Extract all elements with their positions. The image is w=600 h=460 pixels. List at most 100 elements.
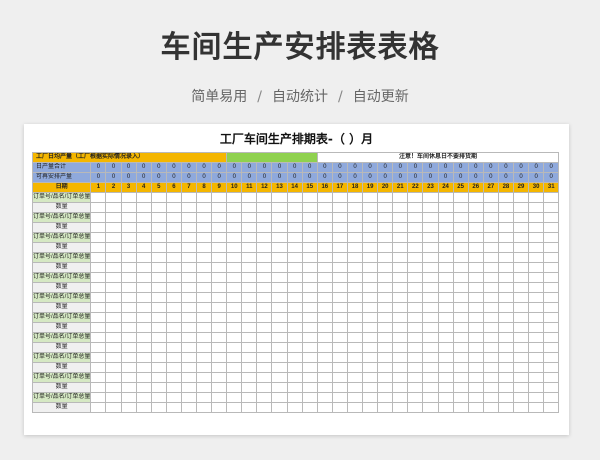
schedule-cell[interactable] xyxy=(497,342,514,353)
schedule-cell[interactable] xyxy=(331,232,348,243)
schedule-cell[interactable] xyxy=(482,222,499,233)
schedule-cell[interactable] xyxy=(316,372,333,383)
schedule-cell[interactable] xyxy=(105,362,122,373)
schedule-cell[interactable] xyxy=(422,352,439,363)
schedule-cell[interactable] xyxy=(528,282,545,293)
schedule-cell[interactable] xyxy=(241,232,258,243)
schedule-cell[interactable] xyxy=(241,392,258,403)
schedule-cell[interactable] xyxy=(407,322,424,333)
schedule-cell[interactable] xyxy=(392,352,409,363)
schedule-cell[interactable] xyxy=(256,332,273,343)
schedule-cell[interactable] xyxy=(316,382,333,393)
schedule-cell[interactable] xyxy=(286,302,303,313)
schedule-cell[interactable] xyxy=(452,262,469,273)
schedule-cell[interactable] xyxy=(165,352,182,363)
schedule-cell[interactable] xyxy=(543,362,560,373)
schedule-cell[interactable] xyxy=(422,302,439,313)
schedule-cell[interactable] xyxy=(467,332,484,343)
schedule-cell[interactable] xyxy=(256,372,273,383)
schedule-cell[interactable] xyxy=(331,312,348,323)
schedule-cell[interactable] xyxy=(180,382,198,393)
schedule-cell[interactable] xyxy=(331,222,348,233)
schedule-cell[interactable] xyxy=(286,232,303,243)
schedule-cell[interactable] xyxy=(195,232,213,243)
schedule-cell[interactable] xyxy=(543,372,560,383)
schedule-cell[interactable] xyxy=(512,202,530,213)
schedule-cell[interactable] xyxy=(211,402,228,413)
schedule-cell[interactable] xyxy=(543,262,560,273)
schedule-cell[interactable] xyxy=(301,272,318,283)
schedule-cell[interactable] xyxy=(422,222,439,233)
schedule-cell[interactable] xyxy=(226,362,243,373)
schedule-cell[interactable] xyxy=(135,242,152,253)
schedule-cell[interactable] xyxy=(120,202,137,213)
schedule-cell[interactable] xyxy=(497,262,514,273)
schedule-cell[interactable] xyxy=(422,332,439,343)
schedule-cell[interactable] xyxy=(105,282,122,293)
schedule-cell[interactable] xyxy=(467,342,484,353)
schedule-cell[interactable] xyxy=(316,232,333,243)
schedule-cell[interactable] xyxy=(271,342,288,353)
schedule-cell[interactable] xyxy=(331,292,348,303)
schedule-cell[interactable] xyxy=(286,202,303,213)
schedule-cell[interactable] xyxy=(512,352,530,363)
schedule-cell[interactable] xyxy=(497,312,514,323)
schedule-cell[interactable] xyxy=(195,272,213,283)
schedule-cell[interactable] xyxy=(271,192,288,203)
schedule-cell[interactable] xyxy=(392,232,409,243)
schedule-cell[interactable] xyxy=(211,202,228,213)
schedule-cell[interactable] xyxy=(301,202,318,213)
schedule-cell[interactable] xyxy=(528,262,545,273)
schedule-cell[interactable] xyxy=(226,202,243,213)
schedule-cell[interactable] xyxy=(301,212,318,223)
schedule-cell[interactable] xyxy=(180,402,198,413)
schedule-cell[interactable] xyxy=(120,212,137,223)
schedule-cell[interactable] xyxy=(195,362,213,373)
schedule-cell[interactable] xyxy=(331,322,348,333)
schedule-cell[interactable] xyxy=(407,382,424,393)
schedule-cell[interactable] xyxy=(346,352,364,363)
schedule-cell[interactable] xyxy=(377,212,394,223)
schedule-cell[interactable] xyxy=(497,352,514,363)
schedule-cell[interactable] xyxy=(528,402,545,413)
schedule-cell[interactable] xyxy=(377,402,394,413)
schedule-cell[interactable] xyxy=(120,272,137,283)
schedule-cell[interactable] xyxy=(362,302,379,313)
schedule-cell[interactable] xyxy=(241,262,258,273)
schedule-cell[interactable] xyxy=(497,282,514,293)
schedule-cell[interactable] xyxy=(135,272,152,283)
schedule-cell[interactable] xyxy=(180,232,198,243)
schedule-cell[interactable] xyxy=(165,292,182,303)
schedule-cell[interactable] xyxy=(362,312,379,323)
schedule-cell[interactable] xyxy=(180,372,198,383)
schedule-cell[interactable] xyxy=(165,222,182,233)
schedule-cell[interactable] xyxy=(543,312,560,323)
schedule-cell[interactable] xyxy=(482,382,499,393)
schedule-cell[interactable] xyxy=(362,262,379,273)
schedule-cell[interactable] xyxy=(422,392,439,403)
schedule-cell[interactable] xyxy=(241,342,258,353)
schedule-cell[interactable] xyxy=(482,312,499,323)
schedule-cell[interactable] xyxy=(226,352,243,363)
schedule-cell[interactable] xyxy=(497,252,514,263)
schedule-cell[interactable] xyxy=(90,272,107,283)
schedule-cell[interactable] xyxy=(362,212,379,223)
schedule-cell[interactable] xyxy=(316,252,333,263)
schedule-cell[interactable] xyxy=(437,342,454,353)
schedule-cell[interactable] xyxy=(165,262,182,273)
schedule-cell[interactable] xyxy=(301,392,318,403)
schedule-cell[interactable] xyxy=(392,262,409,273)
schedule-cell[interactable] xyxy=(407,292,424,303)
schedule-cell[interactable] xyxy=(422,382,439,393)
schedule-cell[interactable] xyxy=(497,242,514,253)
schedule-cell[interactable] xyxy=(301,332,318,343)
schedule-cell[interactable] xyxy=(512,242,530,253)
schedule-cell[interactable] xyxy=(362,242,379,253)
schedule-cell[interactable] xyxy=(407,392,424,403)
schedule-cell[interactable] xyxy=(482,362,499,373)
schedule-cell[interactable] xyxy=(437,332,454,343)
schedule-cell[interactable] xyxy=(362,292,379,303)
schedule-cell[interactable] xyxy=(180,202,198,213)
schedule-cell[interactable] xyxy=(165,212,182,223)
schedule-cell[interactable] xyxy=(407,262,424,273)
